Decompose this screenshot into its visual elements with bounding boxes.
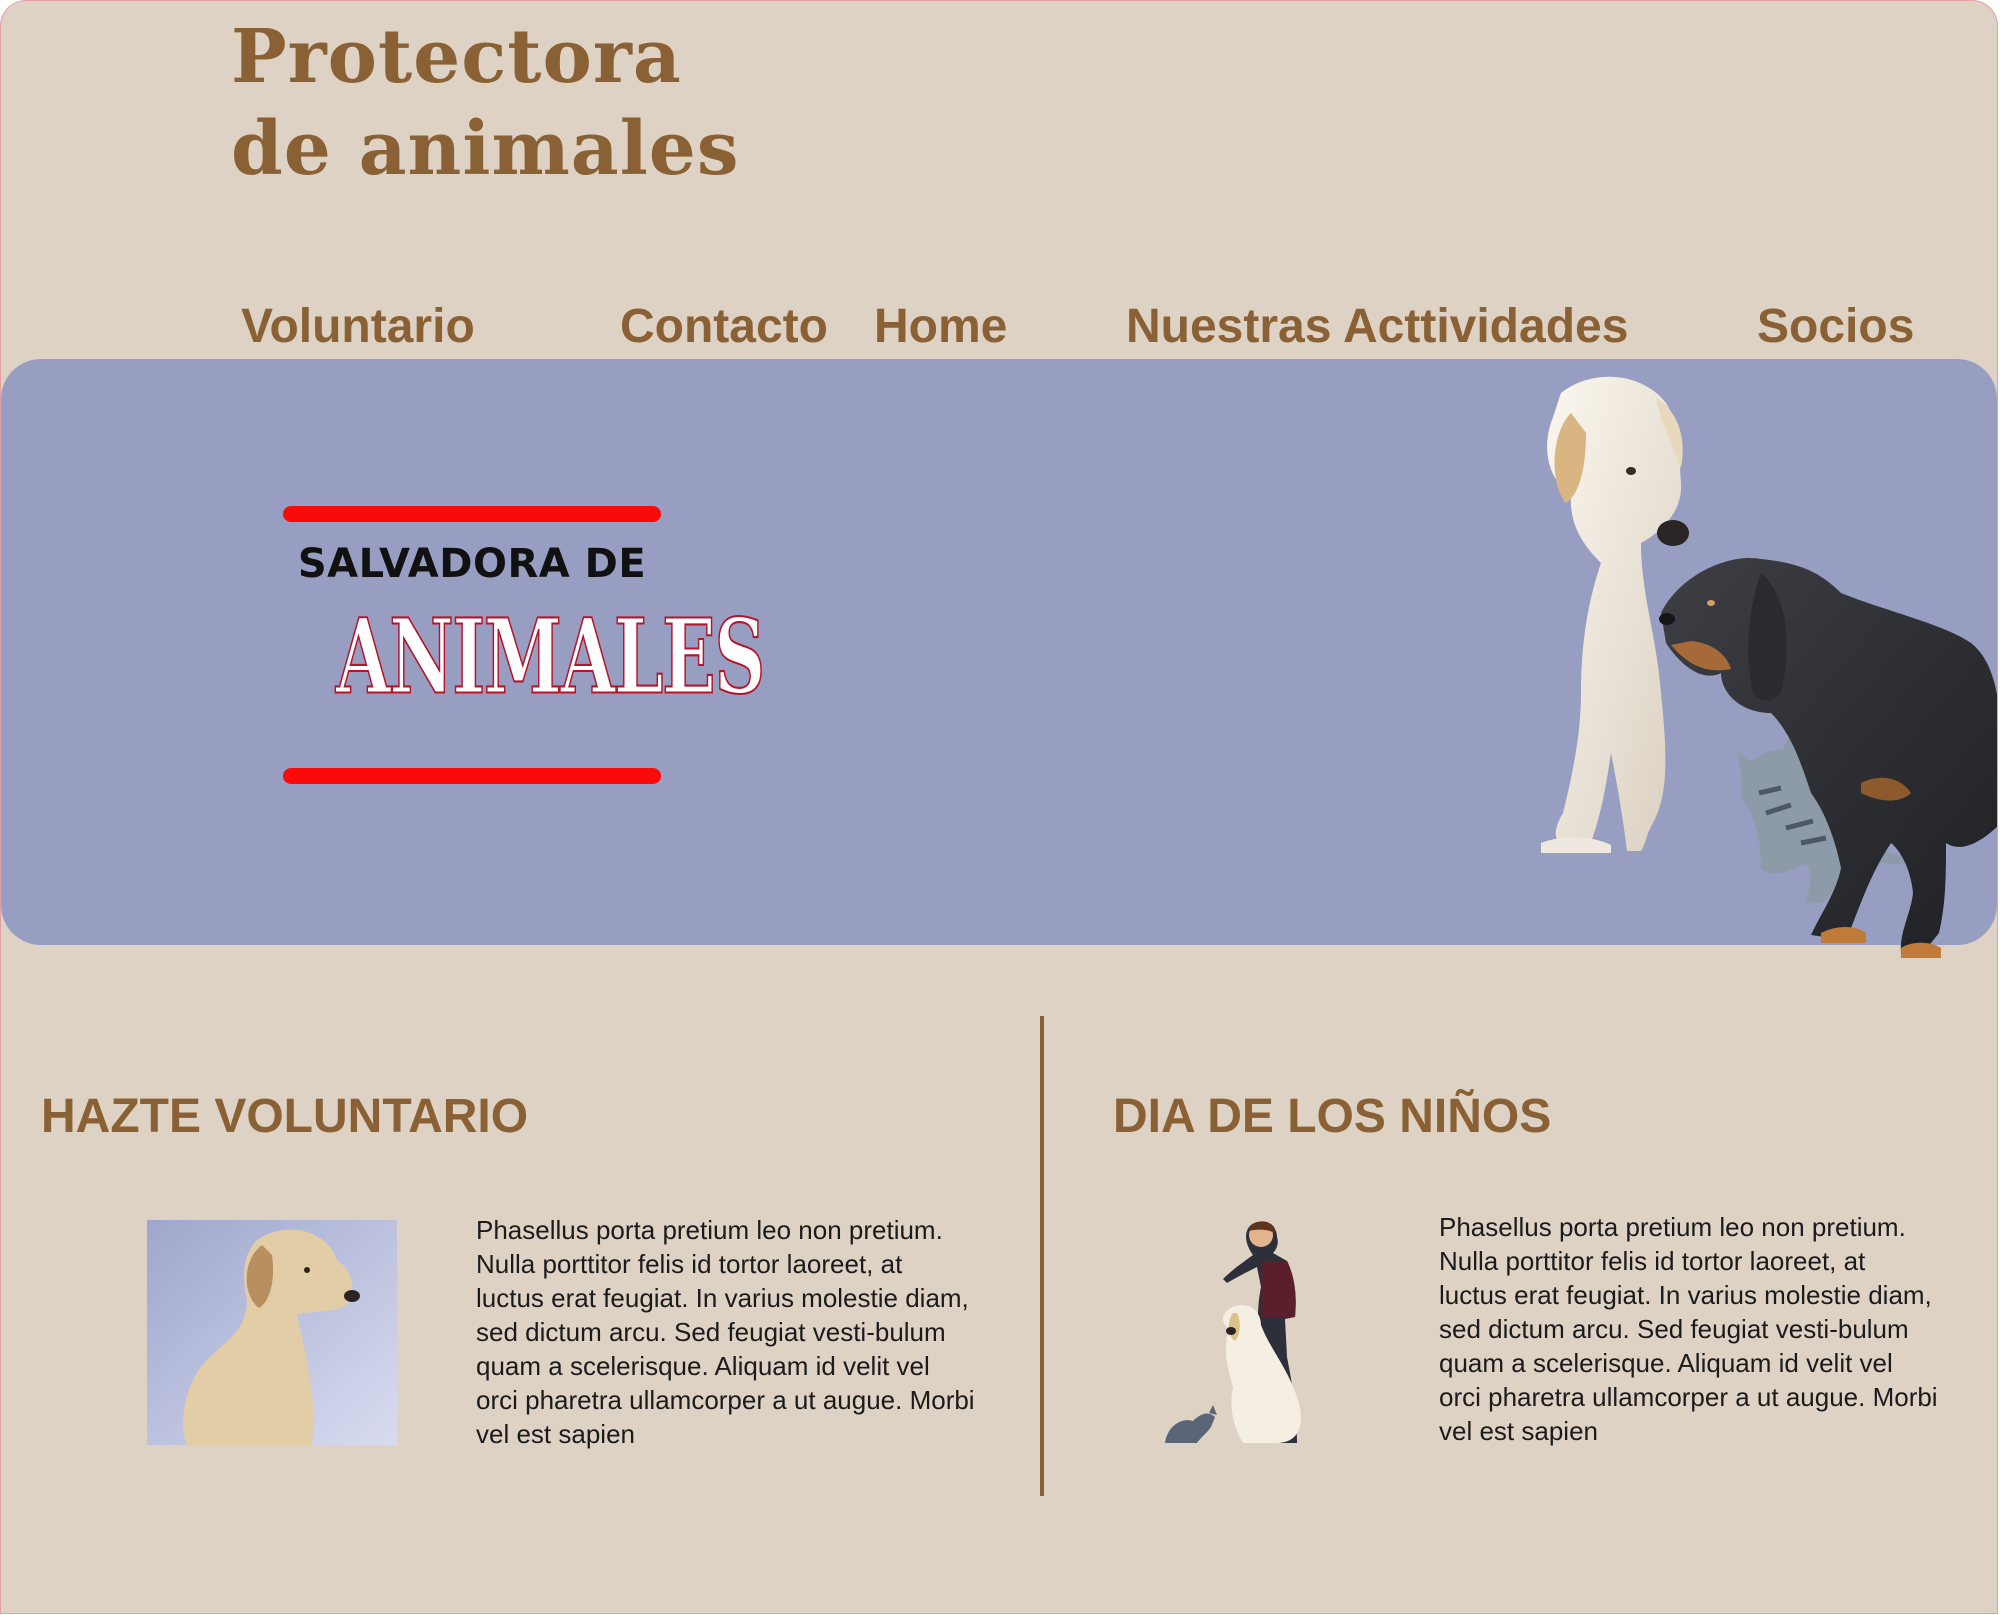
section-text-dia-de-los-ninos: Phasellus porta pretium leo non pretium.… — [1439, 1212, 1938, 1446]
logo-bottom-bar — [283, 768, 661, 784]
section-text-hazte-voluntario: Phasellus porta pretium leo non pretium.… — [476, 1215, 975, 1449]
salvadora-logo: SALVADORA DE ANIMALES — [283, 506, 766, 788]
nav-item-contacto[interactable]: Contacto — [620, 297, 828, 357]
section-divider — [1040, 1016, 1044, 1496]
nav-item-socios[interactable]: Socios — [1757, 297, 1914, 357]
section-title-dia-de-los-ninos: DIA DE LOS NIÑOS — [1113, 1090, 1552, 1143]
logo-text-line-2: ANIMALES — [335, 596, 766, 719]
volunteer-dog-image — [147, 1220, 397, 1445]
logo-top-bar — [283, 506, 661, 522]
children-day-image — [1165, 1221, 1301, 1443]
black-dog — [1659, 558, 1997, 958]
logo-text-line-1: SALVADORA DE — [297, 541, 647, 587]
nav-item-nuestras-actividades[interactable]: Nuestras Acttividades — [1126, 297, 1628, 357]
section-title-hazte-voluntario: HAZTE VOLUNTARIO — [41, 1090, 529, 1143]
nav-item-voluntario[interactable]: Voluntario — [241, 297, 475, 357]
site-title: Protectora de animales — [231, 11, 740, 195]
site-title-line-1: Protectora — [231, 14, 682, 100]
page: Protectora de animales Voluntario Contac… — [0, 0, 1998, 1614]
site-title-line-2: de animales — [231, 106, 740, 192]
nav-item-home[interactable]: Home — [874, 297, 1007, 357]
dogs-and-cat-illustration — [1541, 376, 1997, 958]
